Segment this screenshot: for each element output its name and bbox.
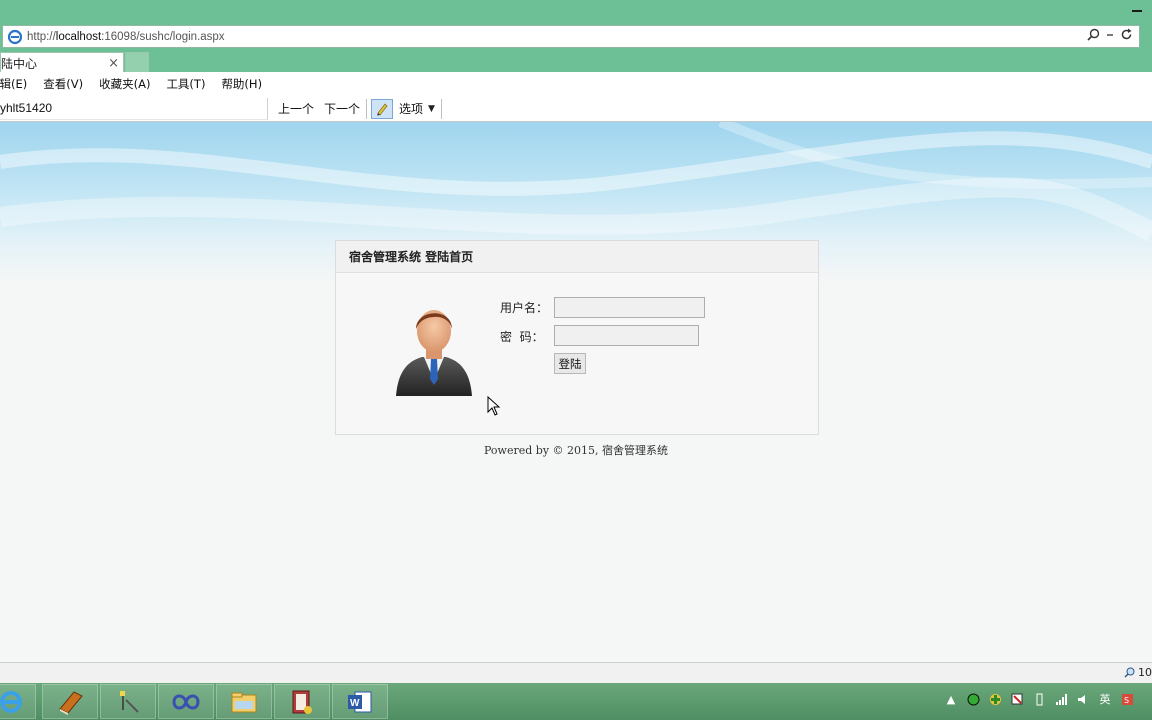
ie-page-icon: [7, 29, 23, 44]
tray-security-icon[interactable]: [988, 692, 1002, 706]
zoom-level: 10: [1138, 666, 1152, 679]
minimize-button[interactable]: [1132, 10, 1142, 12]
taskbar: W ▲ 英 S: [0, 683, 1152, 720]
word-icon: W: [348, 691, 372, 712]
taskbar-book-button[interactable]: [42, 684, 98, 719]
tray-volume-icon[interactable]: [1076, 692, 1090, 706]
login-panel-title: 宿舍管理系统 登陆首页: [336, 241, 818, 273]
find-previous-button[interactable]: 上一个: [278, 100, 314, 117]
password-label: 密 码：: [500, 330, 544, 344]
taskbar-ie-button[interactable]: [0, 684, 36, 719]
find-options-button[interactable]: 选项: [399, 100, 423, 117]
zoom-icon: [1124, 667, 1135, 678]
book-icon: [59, 690, 83, 715]
tab-login[interactable]: 陆中心 ×: [0, 52, 124, 73]
menu-bar: 编辑(E) 查看(V) 收藏夹(A) 工具(T) 帮助(H): [0, 72, 1152, 96]
tray-app-icon[interactable]: [966, 692, 980, 706]
taskbar-explorer-button[interactable]: [216, 684, 272, 719]
ie-icon: [0, 690, 22, 713]
menu-help[interactable]: 帮助(H): [221, 76, 262, 92]
tray-ime-label[interactable]: 英: [1098, 692, 1112, 706]
highlight-icon[interactable]: [371, 98, 394, 119]
find-next-button[interactable]: 下一个: [324, 100, 360, 117]
dropdown-dash-icon[interactable]: [1106, 29, 1114, 44]
tab-title: 陆中心: [1, 56, 38, 71]
paint-icon: [120, 690, 139, 713]
chevron-down-icon[interactable]: ▼: [428, 104, 435, 114]
visual-studio-icon: [172, 694, 200, 709]
username-label: 用户名：: [500, 301, 549, 315]
svg-text:S: S: [1124, 696, 1129, 705]
status-bar: 10: [0, 662, 1152, 683]
search-icon[interactable]: [1087, 28, 1100, 45]
url-text[interactable]: http://localhost:16098/sushc/login.aspx: [27, 31, 1087, 43]
menu-favorites[interactable]: 收藏夹(A): [99, 76, 150, 92]
system-tray: ▲ 英 S: [944, 692, 1134, 706]
menu-tools[interactable]: 工具(T): [166, 76, 205, 92]
divider: [366, 98, 368, 119]
zoom-control[interactable]: 10: [1124, 666, 1152, 679]
taskbar-word-button[interactable]: W: [332, 684, 388, 719]
mouse-cursor-icon: [487, 396, 501, 416]
menu-edit[interactable]: 编辑(E): [0, 76, 27, 92]
svg-text:W: W: [350, 698, 360, 709]
tab-close-icon[interactable]: ×: [108, 57, 119, 70]
tray-network-icon[interactable]: [1054, 692, 1068, 706]
footer-text: Powered by © 2015, 宿舍管理系统: [483, 444, 669, 457]
notes-icon: [292, 690, 312, 714]
taskbar-visualstudio-button[interactable]: [158, 684, 214, 719]
divider: [440, 98, 442, 119]
tray-battery-icon[interactable]: [1032, 692, 1046, 706]
login-panel: 宿舍管理系统 登陆首页 用户名： 密 码： 登陆: [335, 240, 819, 435]
user-avatar-icon: [396, 310, 472, 396]
tray-flag-icon[interactable]: [1010, 692, 1024, 706]
menu-view[interactable]: 查看(V): [43, 76, 83, 92]
find-input[interactable]: [0, 97, 268, 120]
password-input[interactable]: [554, 325, 699, 346]
refresh-icon[interactable]: [1120, 28, 1133, 45]
file-explorer-icon: [231, 692, 257, 712]
tab-bar: 陆中心 ×: [0, 50, 1152, 73]
tray-input-icon[interactable]: S: [1120, 692, 1134, 706]
login-button[interactable]: 登陆: [554, 353, 586, 374]
address-bar[interactable]: http://localhost:16098/sushc/login.aspx: [2, 25, 1140, 48]
taskbar-paint-button[interactable]: [100, 684, 156, 719]
tray-expand-icon[interactable]: ▲: [944, 692, 958, 706]
new-tab-button[interactable]: [125, 52, 149, 73]
find-bar: 上一个 下一个 选项 ▼: [0, 96, 1152, 122]
page-content: 宿舍管理系统 登陆首页 用户名： 密 码： 登陆 Powered by © 20…: [0, 122, 1152, 662]
taskbar-notes-button[interactable]: [274, 684, 330, 719]
username-input[interactable]: [554, 297, 705, 318]
